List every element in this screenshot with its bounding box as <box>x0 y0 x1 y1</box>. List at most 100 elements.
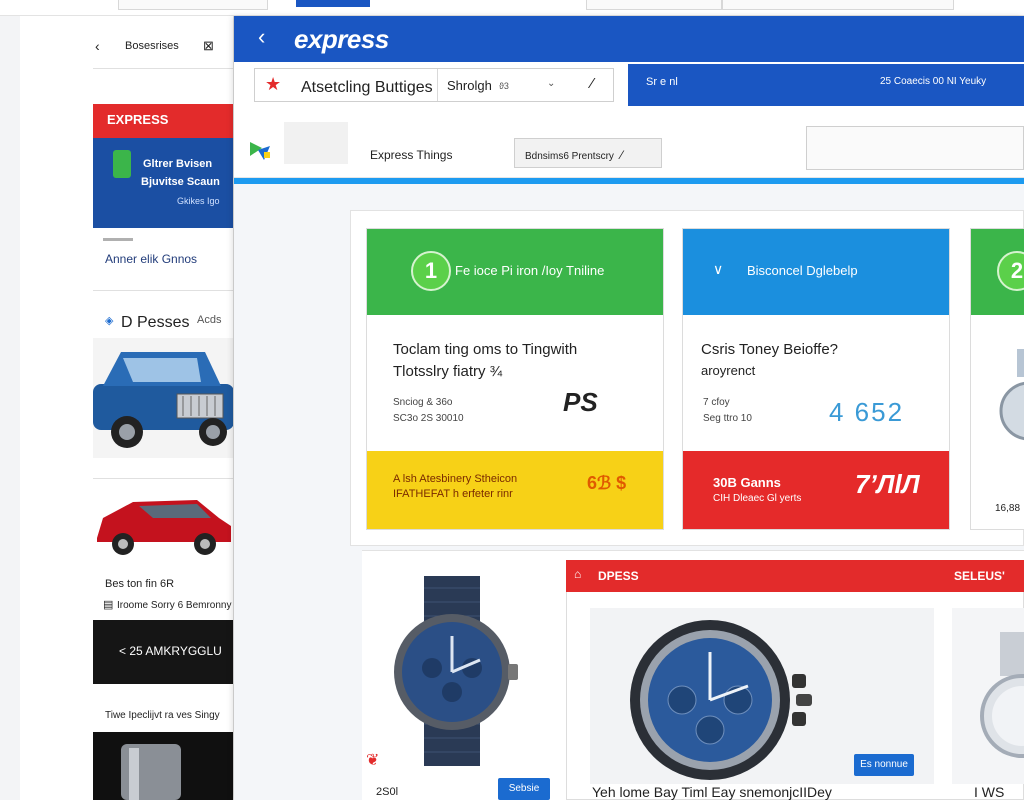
appliance-image[interactable] <box>93 732 234 800</box>
car-caption-2[interactable]: Iroome Sorry 6 Bemronny <box>117 600 232 611</box>
promo-card-2[interactable]: ∨ Bisconcel Dglebelp Csris Toney Beioffe… <box>682 228 950 530</box>
back-window-tab[interactable] <box>586 0 722 10</box>
dark-banner[interactable]: < 25 AMKRYGGLU <box>93 620 233 684</box>
side-panel: ‹ Bosesrises ⊠ EXPRESS Gltrer Bvisen Bju… <box>93 16 234 800</box>
divider <box>93 290 233 291</box>
car-caption-1: Bes ton fin 6R <box>105 578 175 590</box>
side-panel-header: ‹ Bosesrises ⊠ <box>93 30 233 66</box>
bookmark-icon[interactable]: ⊠ <box>203 38 214 54</box>
number-badge: 2 <box>997 251 1024 291</box>
promo-line-2: Bjuvitse Scaun <box>141 176 220 188</box>
promo-card-3[interactable]: 2 16,88 <box>970 228 1024 530</box>
brush-icon: ⁄ <box>620 148 623 162</box>
card-1-header: 1 Fe ioce Pi iron /Ioy Tniline <box>367 229 663 315</box>
red-car-image[interactable] <box>93 490 234 560</box>
search-input[interactable]: Shrolgh <box>447 78 492 93</box>
featured-bar: ⌂ DPESS SELEUS' <box>566 560 1024 592</box>
side-caption[interactable]: I WS <box>974 784 1004 800</box>
filter-label: Bdnsims6 Prentscry <box>525 151 614 162</box>
watch-image-featured[interactable] <box>620 616 820 782</box>
back-icon[interactable]: ‹ <box>258 24 265 50</box>
promo-line-1: Gltrer Bvisen <box>143 158 213 170</box>
tag-icon: ◈ <box>105 315 114 327</box>
promo-card-1[interactable]: 1 Fe ioce Pi iron /Ioy Tniline Toclam ti… <box>366 228 664 530</box>
card-2-header: ∨ Bisconcel Dglebelp <box>683 229 949 315</box>
back-window-blue-tab[interactable] <box>296 0 370 7</box>
card-3-price: 16,88 <box>995 503 1021 514</box>
express-window: ‹ express ★ Atsetcling Buttiges Shrolgh … <box>234 16 1024 800</box>
card-1-header-text: Fe ioce Pi iron /Ioy Tniline <box>455 263 605 278</box>
nav-row: Express Things Bdnsims6 Prentscry ⁄ <box>234 122 1024 178</box>
promo-banner[interactable]: Gltrer Bvisen Bjuvitse Scaun Gkikes Igo <box>93 138 233 228</box>
number-badge: 1 <box>411 251 451 291</box>
card-3-header: 2 <box>971 229 1024 315</box>
card-2-footer-1: 30B Ganns <box>713 475 781 490</box>
account-button[interactable]: Sr e nl <box>646 76 678 88</box>
card-2-footer: 30B Ganns CIH Dleaec Gl yerts 7ʼЛlЛ <box>683 451 949 529</box>
chevron-down-icon[interactable]: ∨ <box>713 261 723 278</box>
card-2-title-2: aroyrenct <box>701 363 756 378</box>
search-box[interactable]: ★ Atsetcling Buttiges Shrolgh ϑ3 ⌄ ⁄ <box>254 68 614 102</box>
brand-mark: PS <box>563 387 598 417</box>
search-row: ★ Atsetcling Buttiges Shrolgh ϑ3 ⌄ ⁄ Sr … <box>234 62 1024 122</box>
divider <box>437 69 438 101</box>
caption-3: Tiwe Ipeclijvt ra ves Singy <box>105 710 220 721</box>
card-2-meta-2: Seg ttro 10 <box>703 413 752 424</box>
featured-caption[interactable]: Yeh lome Bay Timl Eay snemonjcIIDey <box>592 784 832 800</box>
brand-logo[interactable]: express <box>294 24 389 55</box>
card-1-price: 6ℬ $ <box>587 473 627 493</box>
screen: ‹ Bosesrises ⊠ EXPRESS Gltrer Bvisen Bju… <box>0 0 1024 800</box>
heart-icon[interactable]: ❦ <box>366 750 379 770</box>
card-1-footer: A lsh Atesbinery Stheicon IFATHEFAT h er… <box>367 451 663 529</box>
side-tab-1[interactable]: D Pesses <box>121 314 189 332</box>
divider <box>93 478 233 479</box>
phone-icon <box>113 150 131 178</box>
blue-suv-image[interactable] <box>93 338 234 458</box>
search-category[interactable]: Atsetcling Buttiges <box>301 79 433 97</box>
card-1-title-1: Toclam ting oms to Tingwith <box>393 341 578 358</box>
watch-action-button[interactable]: Es nonnue <box>854 754 914 776</box>
card-1-footer-1: A lsh Atesbinery Stheicon <box>393 473 518 485</box>
nav-label[interactable]: Express Things <box>370 148 452 162</box>
back-window-tab[interactable] <box>118 0 268 10</box>
filter-button[interactable]: Bdnsims6 Prentscry ⁄ <box>514 138 662 168</box>
lock-icon: ⌂ <box>574 567 582 581</box>
edit-icon[interactable]: ⁄ <box>591 75 594 92</box>
card-1-footer-2: IFATHEFAT h erfeter rinr <box>393 488 513 500</box>
left-select-button[interactable]: Sebsie <box>498 778 550 800</box>
big-number: 4 652 <box>829 397 905 427</box>
info-line[interactable]: Anner elik Gnnos <box>105 252 197 266</box>
card-2-meta-1: 7 cfoy <box>703 397 730 408</box>
back-window-address[interactable] <box>722 0 954 10</box>
account-info: 25 Coaecis 00 NI Yeuky <box>880 76 987 87</box>
promo-line-3: Gkikes Igo <box>177 196 220 206</box>
card-1-title-2: Tlotsslry fiatry ¾ <box>393 363 503 380</box>
card-1-meta-2: SC3o 2S 30010 <box>393 413 464 424</box>
chevron-down-icon[interactable]: ⌄ <box>547 78 555 89</box>
logo-icon <box>250 142 270 160</box>
watch-image-side[interactable] <box>960 616 1024 766</box>
card-1-meta-1: Snciog & 36o <box>393 397 453 408</box>
watch-image-left[interactable] <box>384 576 520 766</box>
card-2-logo: 7ʼЛlЛ <box>855 469 920 499</box>
side-tab-2[interactable]: Acds <box>197 314 221 326</box>
right-input[interactable] <box>806 126 1024 170</box>
left-price: 2S0l <box>376 786 399 798</box>
divider <box>93 68 233 69</box>
search-count: ϑ3 <box>499 81 509 91</box>
featured-right[interactable]: SELEUS' <box>954 569 1005 583</box>
tag-icon: ▤ <box>103 599 114 611</box>
background-window <box>20 16 95 800</box>
image-placeholder <box>284 122 348 164</box>
featured-title: DPESS <box>598 569 639 583</box>
side-panel-back-label[interactable]: Bosesrises <box>125 40 179 52</box>
chevron-left-icon[interactable]: ‹ <box>95 38 100 54</box>
card-2-footer-2: CIH Dleaec Gl yerts <box>713 493 802 504</box>
card-2-title-1: Csris Toney Beioffe? <box>701 341 839 358</box>
top-bar: ‹ express <box>234 16 1024 62</box>
account-bar[interactable]: Sr e nl 25 Coaecis 00 NI Yeuky <box>628 64 1024 106</box>
card-2-header-text: Bisconcel Dglebelp <box>747 263 858 278</box>
divider <box>103 238 133 241</box>
express-banner[interactable]: EXPRESS <box>93 104 233 138</box>
watch-image <box>999 349 1024 441</box>
